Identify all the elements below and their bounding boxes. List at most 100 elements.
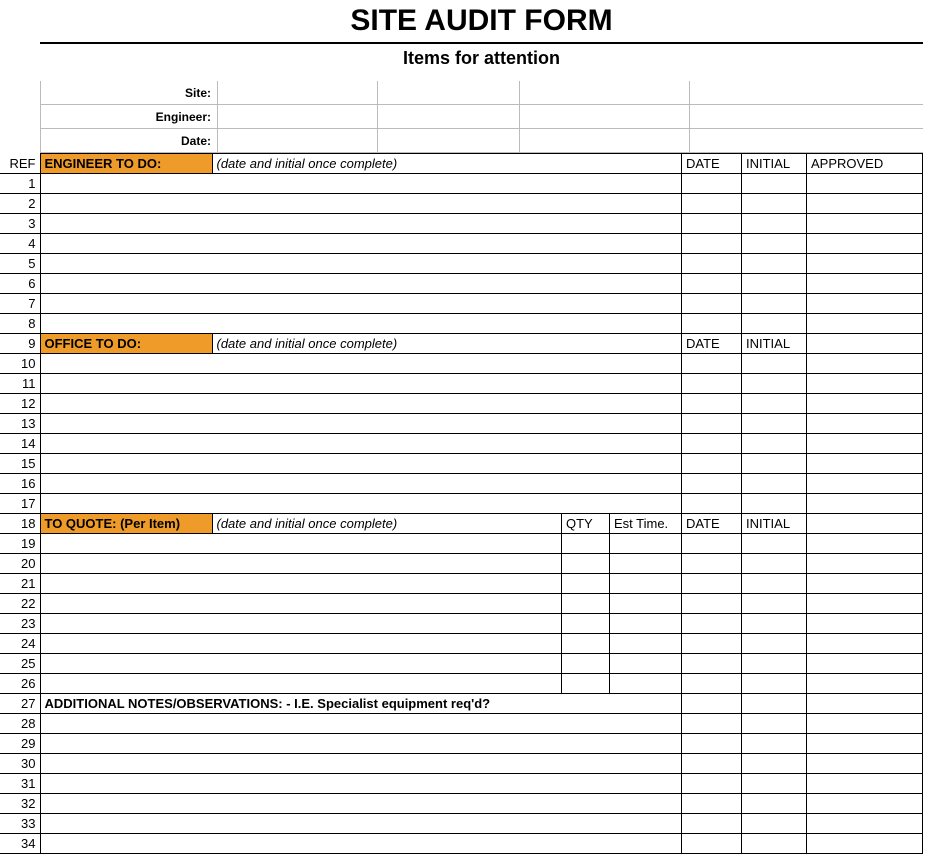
- row-date: [682, 634, 742, 654]
- row-qty: [561, 674, 609, 694]
- row-spare: [807, 674, 923, 694]
- row-initial: [742, 614, 807, 634]
- notes-ref: 27: [0, 694, 40, 714]
- row-ref: 15: [0, 454, 40, 474]
- row-body: [40, 454, 682, 474]
- row-date: [682, 614, 742, 634]
- row-col-b: [742, 774, 807, 794]
- row-ref: 6: [0, 274, 40, 294]
- row-col-a: [682, 714, 742, 734]
- row-body: [40, 774, 682, 794]
- row-col-c: [807, 774, 923, 794]
- row-body: [40, 534, 561, 554]
- row-ref: 16: [0, 474, 40, 494]
- row-qty: [561, 534, 609, 554]
- row-est: [609, 594, 681, 614]
- row-approved: [807, 314, 923, 334]
- row-ref: 23: [0, 614, 40, 634]
- row-ref: 19: [0, 534, 40, 554]
- row-body: [40, 714, 682, 734]
- office-col-spare: [807, 334, 923, 354]
- row-date: [682, 374, 742, 394]
- row-date: [682, 674, 742, 694]
- row-ref: 4: [0, 234, 40, 254]
- header-site-cell-2: [378, 81, 520, 105]
- row-est: [609, 634, 681, 654]
- row-spare: [807, 414, 923, 434]
- row-initial: [742, 194, 807, 214]
- row-col-a: [682, 794, 742, 814]
- row-initial: [742, 634, 807, 654]
- header-date-cell-1: [218, 129, 378, 153]
- row-body: [40, 174, 682, 194]
- table-row: 7: [0, 294, 923, 314]
- row-body: [40, 394, 682, 414]
- row-initial: [742, 494, 807, 514]
- table-row: 2: [0, 194, 923, 214]
- row-approved: [807, 274, 923, 294]
- header-site-label: Site:: [40, 81, 218, 105]
- row-date: [682, 174, 742, 194]
- row-ref: 24: [0, 634, 40, 654]
- table-row: 12: [0, 394, 923, 414]
- row-initial: [742, 414, 807, 434]
- row-date: [682, 234, 742, 254]
- row-ref: 2: [0, 194, 40, 214]
- row-ref: 30: [0, 754, 40, 774]
- row-date: [682, 354, 742, 374]
- engineer-col-initial: INITIAL: [742, 154, 807, 174]
- row-approved: [807, 214, 923, 234]
- row-ref: 11: [0, 374, 40, 394]
- row-initial: [742, 394, 807, 414]
- table-row: 34: [0, 834, 923, 854]
- row-ref: 29: [0, 734, 40, 754]
- row-col-c: [807, 794, 923, 814]
- row-ref: 1: [0, 174, 40, 194]
- row-spare: [807, 574, 923, 594]
- row-approved: [807, 234, 923, 254]
- row-col-a: [682, 834, 742, 854]
- header-engineer-cell-2: [378, 105, 520, 129]
- row-date: [682, 534, 742, 554]
- table-row: 10: [0, 354, 923, 374]
- row-spare: [807, 434, 923, 454]
- row-body: [40, 734, 682, 754]
- office-note: (date and initial once complete): [212, 334, 682, 354]
- table-row: 11: [0, 374, 923, 394]
- row-qty: [561, 614, 609, 634]
- row-ref: 14: [0, 434, 40, 454]
- quote-col-spare: [807, 514, 923, 534]
- row-ref: 33: [0, 814, 40, 834]
- row-initial: [742, 234, 807, 254]
- row-body: [40, 674, 561, 694]
- row-ref: 17: [0, 494, 40, 514]
- engineer-col-date: DATE: [682, 154, 742, 174]
- engineer-note: (date and initial once complete): [212, 154, 682, 174]
- row-spare: [807, 374, 923, 394]
- header-site-cell-1: [218, 81, 378, 105]
- row-body: [40, 814, 682, 834]
- header-site-cell-4: [690, 81, 923, 105]
- row-spare: [807, 394, 923, 414]
- row-col-c: [807, 754, 923, 774]
- row-col-b: [742, 814, 807, 834]
- row-initial: [742, 534, 807, 554]
- table-row: 24: [0, 634, 923, 654]
- row-col-b: [742, 714, 807, 734]
- header-site-row: Site:: [0, 81, 933, 105]
- row-ref: 25: [0, 654, 40, 674]
- row-date: [682, 574, 742, 594]
- table-row: 14: [0, 434, 923, 454]
- header-engineer-label: Engineer:: [40, 105, 218, 129]
- engineer-col-approved: APPROVED: [807, 154, 923, 174]
- row-initial: [742, 554, 807, 574]
- table-row: 31: [0, 774, 923, 794]
- row-body: [40, 374, 682, 394]
- table-row: 26: [0, 674, 923, 694]
- row-body: [40, 354, 682, 374]
- quote-col-date: DATE: [682, 514, 742, 534]
- row-ref: 26: [0, 674, 40, 694]
- row-col-b: [742, 754, 807, 774]
- row-initial: [742, 274, 807, 294]
- row-initial: [742, 654, 807, 674]
